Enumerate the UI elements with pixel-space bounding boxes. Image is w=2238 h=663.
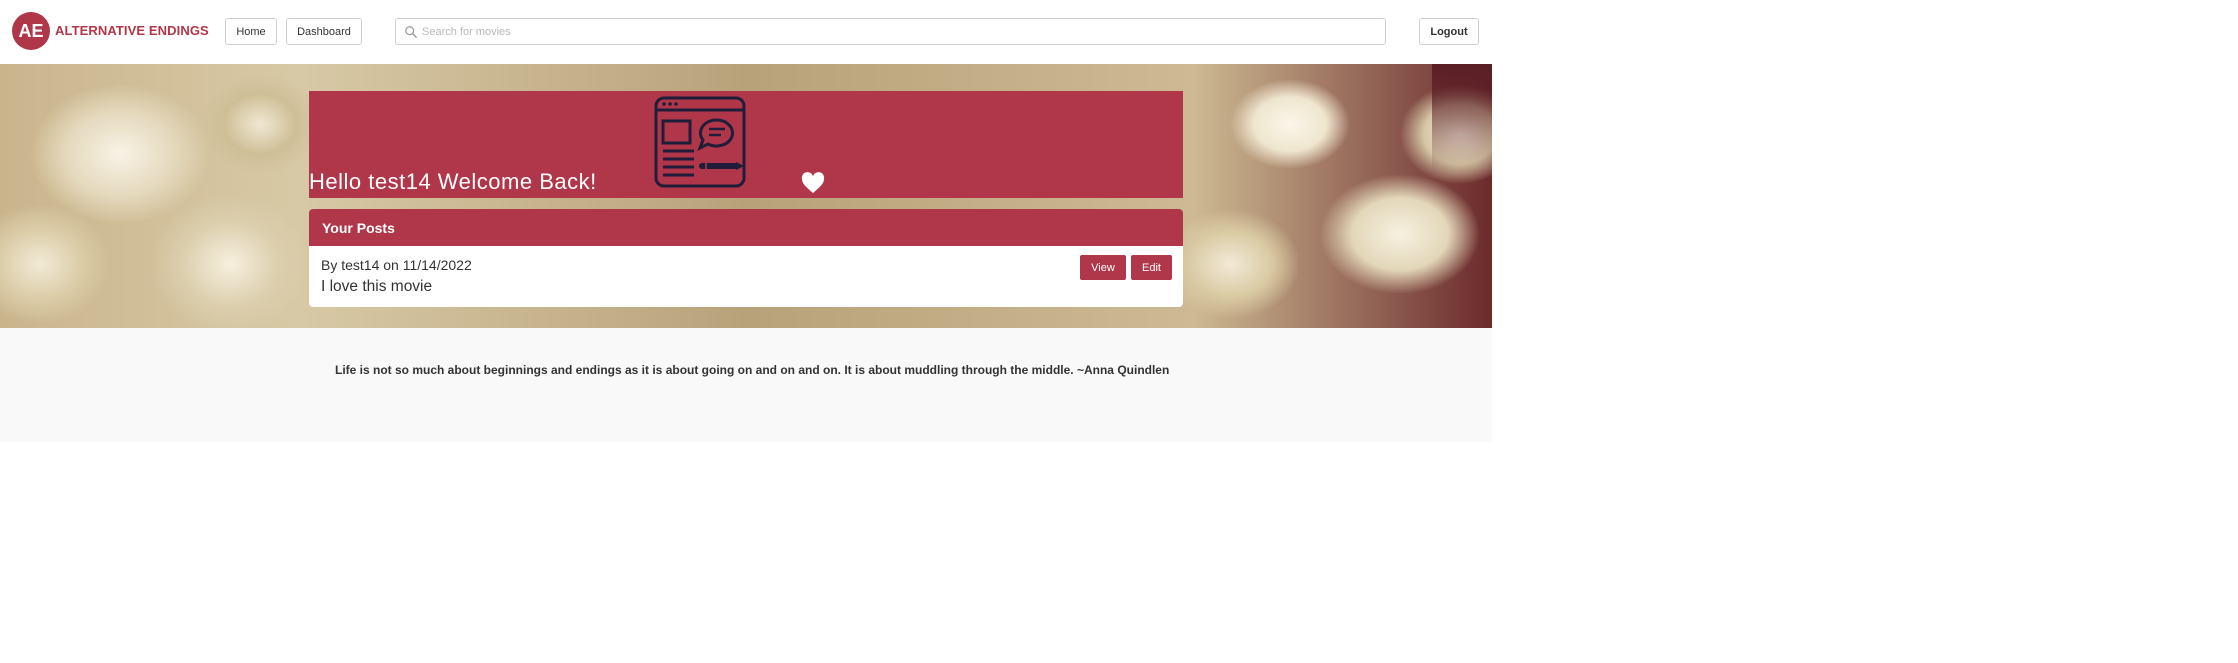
- heart-icon[interactable]: [801, 172, 825, 194]
- search-bar[interactable]: [395, 18, 1386, 45]
- your-posts-header: Your Posts: [309, 209, 1183, 246]
- app-root: AE ALTERNATIVE ENDINGS Home Dashboard Lo…: [0, 0, 1492, 663]
- view-post-button[interactable]: View: [1080, 255, 1126, 280]
- footer-quote: Life is not so much about beginnings and…: [335, 363, 1170, 377]
- quote-section: Life is not so much about beginnings and…: [0, 328, 1492, 442]
- hero-section: Hello test14 Welcome Back! Your Posts By…: [0, 64, 1492, 328]
- brand-logo[interactable]: AE: [12, 12, 50, 50]
- dashboard-button[interactable]: Dashboard: [286, 18, 362, 45]
- your-posts-card: Your Posts By test14 on 11/14/2022 I lov…: [309, 209, 1183, 307]
- post-meta: By test14 on 11/14/2022: [321, 257, 472, 273]
- web-page-chat-icon: [654, 96, 746, 188]
- logout-button[interactable]: Logout: [1419, 18, 1479, 45]
- top-navbar: AE ALTERNATIVE ENDINGS Home Dashboard Lo…: [0, 0, 1492, 63]
- home-button[interactable]: Home: [225, 18, 277, 45]
- brand-initials: AE: [18, 20, 44, 41]
- post-body: I love this movie: [321, 278, 433, 295]
- welcome-greeting: Hello test14 Welcome Back!: [309, 169, 597, 194]
- brand-name[interactable]: ALTERNATIVE ENDINGS: [55, 23, 209, 38]
- welcome-banner: Hello test14 Welcome Back!: [309, 91, 1183, 198]
- hero-background-shade: [1432, 64, 1492, 174]
- search-icon: [405, 26, 417, 38]
- edit-post-button[interactable]: Edit: [1131, 255, 1172, 280]
- search-input[interactable]: [422, 19, 1377, 44]
